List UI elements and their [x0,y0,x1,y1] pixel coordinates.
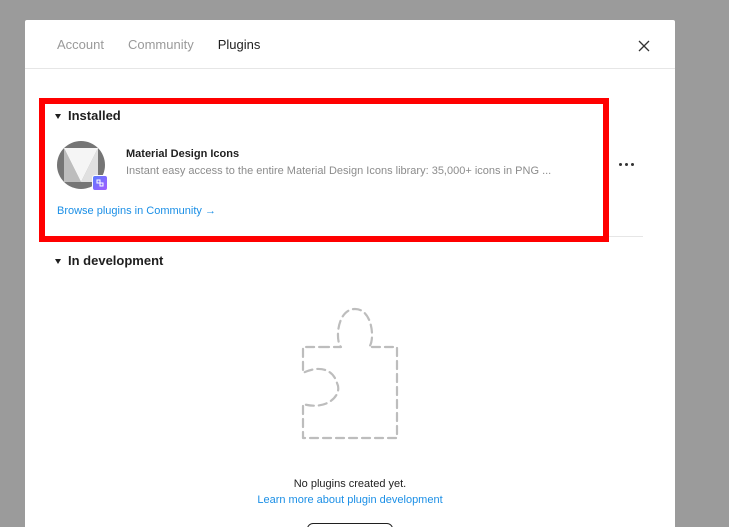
installed-section-title: Installed [68,108,121,123]
plugin-list-item[interactable]: Material Design Icons Instant easy acces… [56,140,656,191]
more-horizontal-icon [630,162,634,166]
caret-down-icon [55,258,61,264]
caret-down-icon [55,113,61,119]
tab-bar: Account Community Plugins [57,36,260,54]
puzzle-piece-icon [301,307,399,440]
installed-section-toggle[interactable]: Installed [54,107,121,125]
plugin-more-button[interactable] [614,160,638,168]
plugin-name: Material Design Icons [126,148,240,160]
tab-community[interactable]: Community [128,36,194,54]
plugins-dialog: Account Community Plugins Installed Mate… [25,20,675,527]
close-button[interactable] [633,35,655,57]
learn-plugin-development-link[interactable]: Learn more about plugin development [25,494,675,506]
create-plugin-button[interactable] [307,523,393,527]
browse-community-link[interactable]: Browse plugins in Community → [57,205,216,217]
header-divider [25,68,675,69]
tab-plugins[interactable]: Plugins [218,36,261,54]
development-section-toggle[interactable]: In development [54,252,163,270]
plugin-glyph-icon [96,179,104,187]
tab-account[interactable]: Account [57,36,104,54]
development-section-title: In development [68,253,164,268]
close-icon [638,40,650,52]
more-horizontal-icon [624,162,628,166]
plugin-badge-icon [92,175,108,191]
plugin-description: Instant easy access to the entire Materi… [126,165,552,177]
empty-state-message: No plugins created yet. [293,478,407,490]
section-divider [54,236,643,237]
more-horizontal-icon [618,162,622,166]
